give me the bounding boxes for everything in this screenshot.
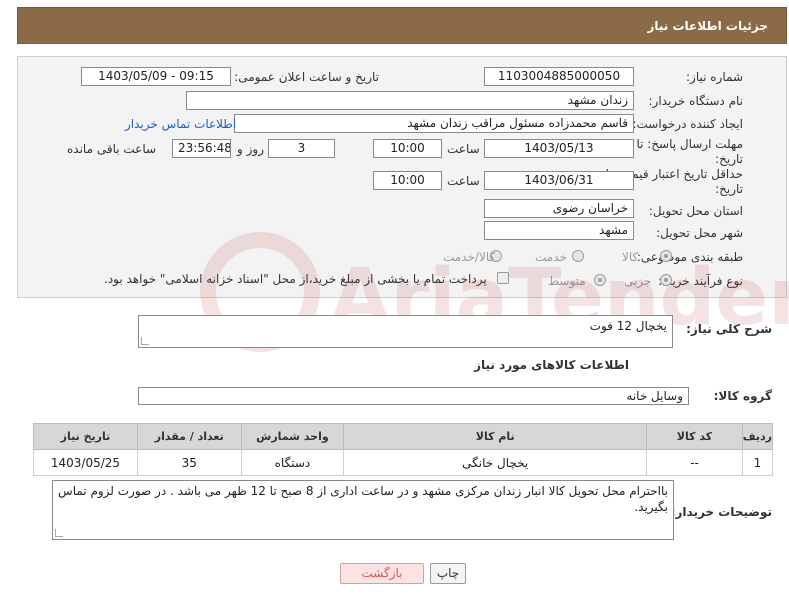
province-label: استان محل تحویل: [648, 204, 743, 218]
price-deadline-label-2: تاریخ: [715, 182, 743, 196]
reply-time-label: ساعت [447, 142, 480, 156]
city-label: شهر محل تحویل: [656, 226, 743, 240]
buyer-notes-field: بااحترام محل تحویل کالا انبار زندان مرکز… [52, 480, 674, 540]
goods-table: ردیف کد کالا نام کالا واحد شمارش تعداد /… [33, 423, 774, 476]
category-radio-service[interactable] [572, 250, 584, 262]
creator-field: قاسم محمدزاده مسئول مراقب زندان مشهد [234, 114, 634, 133]
col-date-header: تاریخ نیاز [33, 423, 138, 450]
buyer-field: زندان مشهد [186, 91, 634, 110]
reply-days-field: 3 [268, 139, 335, 158]
treasury-checkbox-label: پرداخت تمام یا بخشی از مبلغ خرید،از محل … [104, 272, 487, 286]
province-field: خراسان رضوی [484, 199, 634, 218]
cell-row: 1 [741, 449, 774, 476]
reply-deadline-label-2: تاریخ: [715, 152, 743, 166]
reply-deadline-label: مهلت ارسال پاسخ: تا [636, 137, 743, 151]
description-field: یخچال 12 فوت [138, 315, 673, 348]
cell-date: 1403/05/25 [33, 449, 138, 476]
cell-unit: دستگاه [240, 449, 345, 476]
goods-section-title: اطلاعات کالاهای مورد نیاز [474, 358, 629, 372]
creator-label: ایجاد کننده درخواست: [632, 117, 743, 131]
goods-group-label: گروه کالا: [713, 389, 772, 403]
table-row[interactable]: 1 -- یخچال خانگی دستگاه 35 1403/05/25 [33, 449, 774, 476]
buyer-contact-link[interactable]: اطلاعات تماس خریدار [125, 117, 236, 131]
category-option-service: خدمت [535, 250, 567, 264]
need-number-field: 1103004885000050 [484, 67, 634, 86]
price-date-field: 1403/06/31 [484, 171, 634, 190]
goods-group-field: وسایل خانه [138, 387, 689, 405]
reply-date-field: 1403/05/13 [484, 139, 634, 158]
col-code-header: کد کالا [646, 423, 743, 450]
resize-grip-icon[interactable] [55, 529, 63, 537]
description-label: شرح کلی نیاز: [686, 322, 772, 336]
resize-grip-icon[interactable] [141, 337, 149, 345]
print-button[interactable]: چاپ [430, 563, 466, 584]
process-option-minor: جزیی [624, 274, 652, 288]
announce-field: 1403/05/09 - 09:15 [81, 67, 231, 86]
need-number-label: شماره نیاز: [686, 70, 743, 84]
price-time-label: ساعت [447, 174, 480, 188]
reply-remaining-field: 23:56:48 [172, 139, 231, 158]
category-option-both: کالا/خدمت [443, 250, 496, 264]
back-button[interactable]: بازگشت [340, 563, 424, 584]
col-qty-header: تعداد / مقدار [136, 423, 242, 450]
col-name-header: نام کالا [343, 423, 648, 450]
category-label: طبقه بندی موضوعی: [636, 250, 743, 264]
process-option-medium: متوسط [548, 274, 586, 288]
cell-qty: 35 [136, 449, 242, 476]
announce-label: تاریخ و ساعت اعلان عمومی: [234, 70, 379, 84]
city-field: مشهد [484, 221, 634, 240]
process-radio-medium[interactable] [594, 274, 606, 286]
reply-days-label: روز و [237, 142, 264, 156]
buyer-notes-text: بااحترام محل تحویل کالا انبار زندان مرکز… [58, 484, 668, 514]
col-unit-header: واحد شمارش [240, 423, 345, 450]
table-header-row: ردیف کد کالا نام کالا واحد شمارش تعداد /… [33, 423, 774, 450]
treasury-checkbox[interactable] [497, 272, 509, 284]
category-radio-goods[interactable] [660, 250, 672, 262]
reply-time-field: 10:00 [373, 139, 442, 158]
buyer-notes-label: توضیحات خریدار: [670, 505, 772, 519]
process-radio-minor[interactable] [660, 274, 672, 286]
price-time-field: 10:00 [373, 171, 442, 190]
description-text: یخچال 12 فوت [589, 319, 667, 333]
col-row-header: ردیف [741, 423, 774, 450]
buyer-label: نام دستگاه خریدار: [648, 94, 744, 108]
category-option-goods: کالا [622, 250, 639, 264]
page-title: جزئیات اطلاعات نیاز [647, 19, 768, 33]
page-header: جزئیات اطلاعات نیاز [17, 7, 787, 44]
cell-code: -- [646, 449, 743, 476]
cell-name: یخچال خانگی [343, 449, 648, 476]
reply-remaining-label: ساعت باقی مانده [67, 142, 157, 156]
